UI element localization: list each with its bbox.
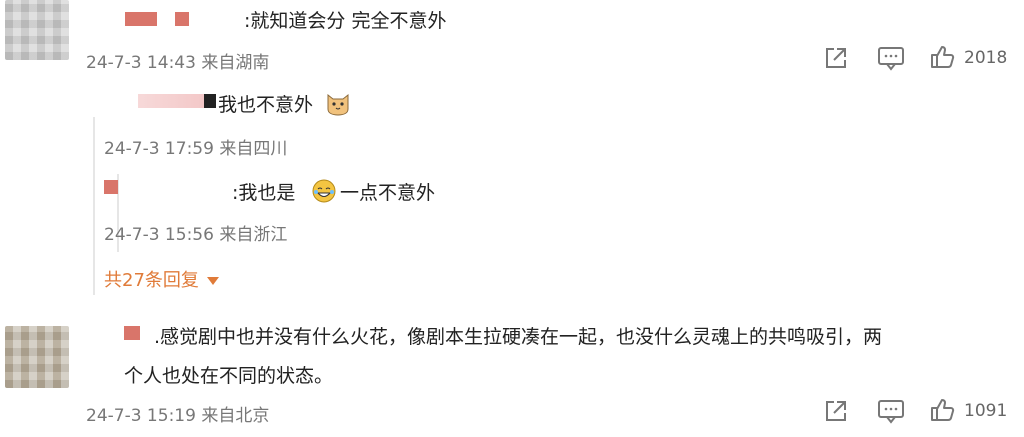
reply-meta: 24-7-3 15:56 来自浙江 <box>104 220 287 245</box>
share-icon[interactable] <box>823 45 849 71</box>
comment-text-line1: .感觉剧中也并没有什么火花，像剧本生拉硬凑在一起，也没什么灵魂上的共鸣吸引，两 <box>154 326 883 348</box>
reply-thread <box>93 117 97 295</box>
username-redacted[interactable] <box>204 94 216 108</box>
reply-text: :我也是 <box>232 182 296 204</box>
comment-text-line2: 个人也处在不同的状态。 <box>124 365 334 387</box>
more-replies-link[interactable]: 共27条回复 <box>104 266 219 292</box>
reply-meta: 24-7-3 17:59 来自四川 <box>104 134 287 159</box>
comment-text: :就知道会分 完全不意外 <box>244 10 447 32</box>
reply-location: 来自浙江 <box>219 225 288 245</box>
comment-icon[interactable] <box>877 45 905 71</box>
cat-face-emoji-icon <box>324 89 352 117</box>
laughing-tears-emoji-icon <box>311 178 337 204</box>
comment-location: 来自北京 <box>201 406 270 426</box>
comment-meta: 24-7-3 15:19 来自北京 <box>86 401 269 426</box>
comment-time: 24-7-3 15:19 <box>86 406 196 426</box>
like-count: 1091 <box>964 401 1008 421</box>
username-redacted[interactable] <box>125 12 157 26</box>
thumbs-up-icon[interactable] <box>929 397 955 423</box>
comment-location: 来自湖南 <box>201 53 270 73</box>
username-redacted[interactable] <box>138 94 204 108</box>
username-redacted[interactable] <box>104 180 118 194</box>
reply-time: 24-7-3 17:59 <box>104 139 214 159</box>
like-count: 2018 <box>964 48 1008 68</box>
username-redacted[interactable] <box>175 12 189 26</box>
comment-time: 24-7-3 14:43 <box>86 53 196 73</box>
avatar[interactable] <box>5 326 69 388</box>
avatar[interactable] <box>5 0 69 60</box>
reply-text-continued: 一点不意外 <box>340 182 436 204</box>
reply-text: 我也不意外 <box>218 94 314 116</box>
caret-down-icon <box>206 277 219 285</box>
thumbs-up-icon[interactable] <box>929 44 955 70</box>
reply-location: 来自四川 <box>219 139 288 159</box>
comment-icon[interactable] <box>877 398 905 424</box>
reply-time: 24-7-3 15:56 <box>104 225 214 245</box>
share-icon[interactable] <box>823 398 849 424</box>
username-redacted[interactable] <box>124 326 140 340</box>
more-replies-label: 共27条回复 <box>104 270 199 291</box>
comment-meta: 24-7-3 14:43 来自湖南 <box>86 48 269 73</box>
